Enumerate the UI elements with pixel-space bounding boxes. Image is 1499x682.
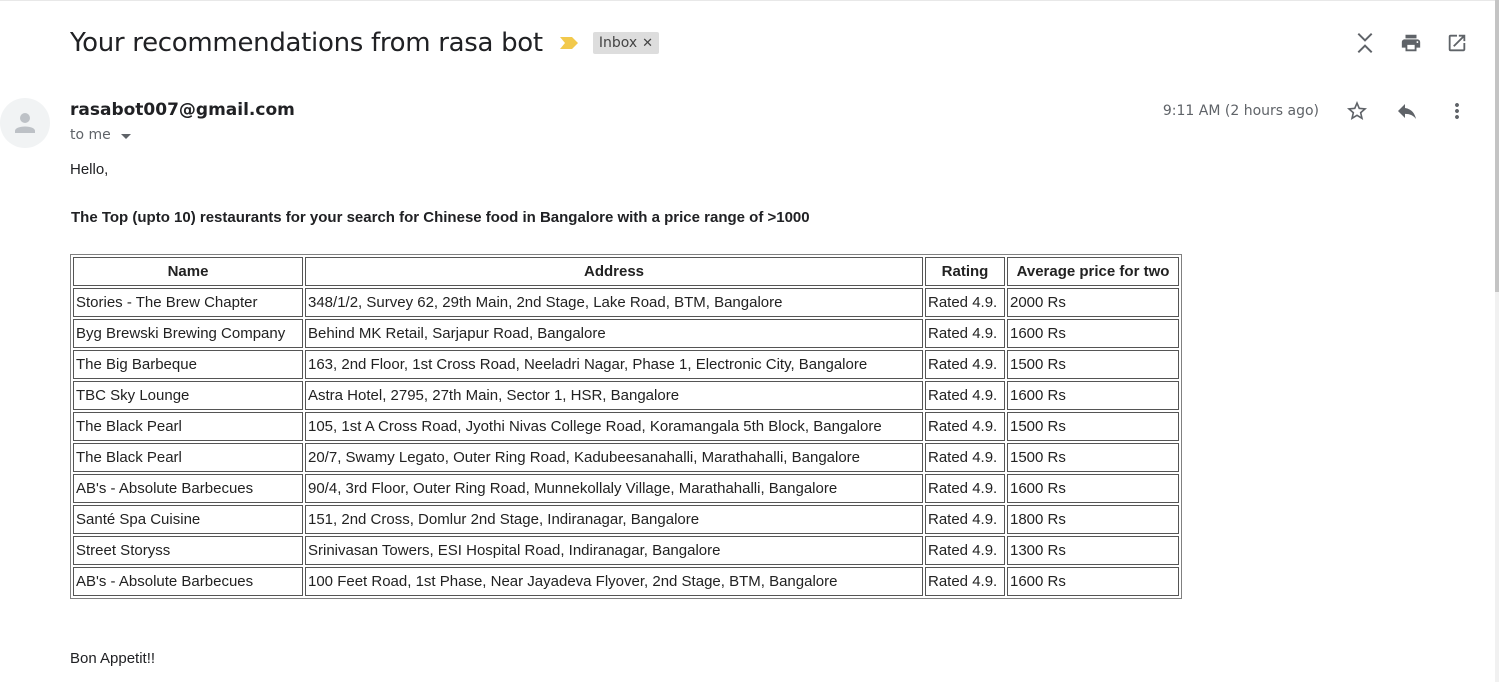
reply-icon[interactable] xyxy=(1395,98,1419,124)
restaurant-address: 105, 1st A Cross Road, Jyothi Nivas Coll… xyxy=(305,412,923,441)
restaurant-price: 1600 Rs xyxy=(1007,381,1179,410)
chevron-down-icon[interactable] xyxy=(120,133,131,139)
scrollbar-thumb[interactable] xyxy=(1495,0,1499,292)
restaurant-name: TBC Sky Lounge xyxy=(73,381,303,410)
restaurant-address: Srinivasan Towers, ESI Hospital Road, In… xyxy=(305,536,923,565)
restaurant-rating: Rated 4.9. xyxy=(925,412,1005,441)
restaurant-name: AB's - Absolute Barbecues xyxy=(73,567,303,596)
collapse-all-icon[interactable] xyxy=(1353,30,1377,56)
restaurant-address: 151, 2nd Cross, Domlur 2nd Stage, Indira… xyxy=(305,505,923,534)
restaurant-name: The Black Pearl xyxy=(73,443,303,472)
vertical-scrollbar[interactable] xyxy=(1495,0,1499,682)
restaurant-address: 100 Feet Road, 1st Phase, Near Jayadeva … xyxy=(305,567,923,596)
table-row: AB's - Absolute Barbecues 90/4, 3rd Floor… xyxy=(73,474,1179,503)
table-row: Stories - The Brew Chapter 348/1/2, Surve… xyxy=(73,288,1179,317)
table-row: The Black Pearl 20/7, Swamy Legato, Outer… xyxy=(73,443,1179,472)
restaurant-name: The Black Pearl xyxy=(73,412,303,441)
restaurant-name: Byg Brewski Brewing Company xyxy=(73,319,303,348)
restaurant-price: 1500 Rs xyxy=(1007,443,1179,472)
table-row: Street Storyss Srinivasan Towers, ESI Hos… xyxy=(73,536,1179,565)
restaurant-address: 90/4, 3rd Floor, Outer Ring Road, Munnek… xyxy=(305,474,923,503)
table-row: The Black Pearl 105, 1st A Cross Road, Jy… xyxy=(73,412,1179,441)
restaurant-rating: Rated 4.9. xyxy=(925,350,1005,379)
default-avatar-icon xyxy=(15,113,35,133)
open-in-new-window-icon[interactable] xyxy=(1445,30,1469,56)
restaurant-address: 348/1/2, Survey 62, 29th Main, 2nd Stage… xyxy=(305,288,923,317)
restaurant-price: 1800 Rs xyxy=(1007,505,1179,534)
restaurant-rating: Rated 4.9. xyxy=(925,474,1005,503)
restaurant-table: Name Address Rating Average price for tw… xyxy=(70,254,1182,599)
sender-email[interactable]: rasabot007@gmail.com xyxy=(70,100,295,120)
inbox-label-chip: Inbox ✕ xyxy=(592,32,660,54)
restaurant-name: Street Storyss xyxy=(73,536,303,565)
message-meta: 9:11 AM (2 hours ago) xyxy=(1163,98,1469,124)
subject-bar: Your recommendations from rasa bot Inbox… xyxy=(70,28,660,58)
restaurant-price: 1500 Rs xyxy=(1007,412,1179,441)
restaurant-price: 1600 Rs xyxy=(1007,319,1179,348)
table-row: Byg Brewski Brewing Company Behind MK Ret… xyxy=(73,319,1179,348)
restaurant-rating: Rated 4.9. xyxy=(925,288,1005,317)
restaurant-rating: Rated 4.9. xyxy=(925,319,1005,348)
restaurant-price: 1500 Rs xyxy=(1007,350,1179,379)
table-header-row: Name Address Rating Average price for tw… xyxy=(73,257,1179,286)
restaurant-price: 1600 Rs xyxy=(1007,567,1179,596)
print-icon[interactable] xyxy=(1399,30,1423,56)
top-divider xyxy=(0,0,1499,1)
column-header: Rating xyxy=(925,257,1005,286)
restaurant-price: 2000 Rs xyxy=(1007,288,1179,317)
results-headline: The Top (upto 10) restaurants for your s… xyxy=(71,209,810,226)
restaurant-name: Santé Spa Cuisine xyxy=(73,505,303,534)
sender-avatar[interactable] xyxy=(0,98,50,148)
table-row: Santé Spa Cuisine 151, 2nd Cross, Domlur … xyxy=(73,505,1179,534)
email-subject: Your recommendations from rasa bot xyxy=(70,28,543,58)
restaurant-name: The Big Barbeque xyxy=(73,350,303,379)
restaurant-address: Behind MK Retail, Sarjapur Road, Bangalo… xyxy=(305,319,923,348)
restaurant-name: AB's - Absolute Barbecues xyxy=(73,474,303,503)
table-row: The Big Barbeque 163, 2nd Floor, 1st Cros… xyxy=(73,350,1179,379)
star-icon[interactable] xyxy=(1345,98,1369,124)
label-text: Inbox xyxy=(598,35,638,51)
restaurant-name: Stories - The Brew Chapter xyxy=(73,288,303,317)
restaurant-address: 20/7, Swamy Legato, Outer Ring Road, Kad… xyxy=(305,443,923,472)
table-row: AB's - Absolute Barbecues 100 Feet Road, … xyxy=(73,567,1179,596)
thread-actions xyxy=(1353,30,1469,56)
table-row: TBC Sky Lounge Astra Hotel, 2795, 27th Ma… xyxy=(73,381,1179,410)
restaurant-price: 1300 Rs xyxy=(1007,536,1179,565)
restaurant-rating: Rated 4.9. xyxy=(925,567,1005,596)
message-timestamp: 9:11 AM (2 hours ago) xyxy=(1162,103,1319,119)
greeting-text: Hello, xyxy=(70,161,109,178)
column-header: Address xyxy=(305,257,923,286)
column-header: Average price for two xyxy=(1007,257,1179,286)
restaurant-rating: Rated 4.9. xyxy=(925,443,1005,472)
recipient-label: to me xyxy=(70,127,111,143)
restaurant-rating: Rated 4.9. xyxy=(925,536,1005,565)
importance-marker-icon[interactable] xyxy=(559,36,579,50)
restaurant-rating: Rated 4.9. xyxy=(925,381,1005,410)
restaurant-address: Astra Hotel, 2795, 27th Main, Sector 1, … xyxy=(305,381,923,410)
restaurant-address: 163, 2nd Floor, 1st Cross Road, Neeladri… xyxy=(305,350,923,379)
column-header: Name xyxy=(73,257,303,286)
restaurant-price: 1600 Rs xyxy=(1007,474,1179,503)
more-vertical-icon[interactable] xyxy=(1445,98,1469,124)
restaurant-rating: Rated 4.9. xyxy=(925,505,1005,534)
close-icon[interactable]: ✕ xyxy=(642,36,653,51)
signoff-text: Bon Appetit!! xyxy=(70,650,156,667)
recipient-details[interactable]: to me xyxy=(70,127,131,143)
